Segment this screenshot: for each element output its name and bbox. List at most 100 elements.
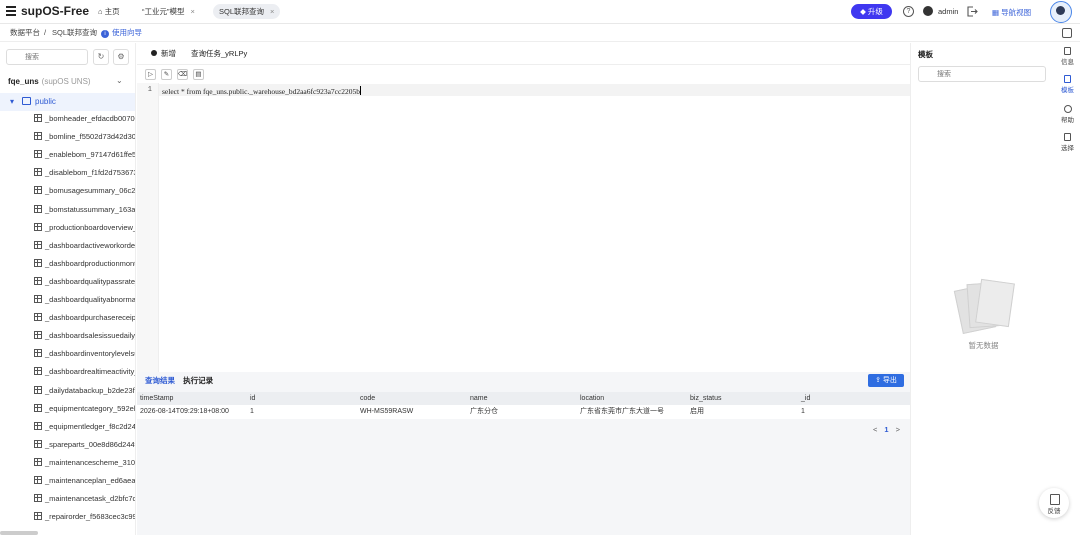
new-query-button[interactable]: 新增 [151, 43, 176, 65]
table-icon [34, 132, 42, 141]
clear-icon[interactable]: ⌫ [177, 69, 188, 80]
column-header[interactable]: timeStamp [140, 392, 173, 405]
tree-table-item[interactable]: _equipmentcategory_592eb0 [34, 400, 135, 418]
table-row[interactable]: 2026-08-14T09:29:18+08:00 1 WH-MS59RASW … [137, 405, 910, 419]
save-icon[interactable]: ▤ [193, 69, 204, 80]
tree-table-item[interactable]: _enablebom_97147d61ffe5b [34, 146, 135, 164]
tree-table-item[interactable]: _dashboardactiveworkorders [34, 237, 136, 255]
nav-view-button[interactable]: ▦ 导航视图 [992, 7, 1031, 18]
menu-icon[interactable] [6, 6, 16, 16]
close-icon[interactable]: × [191, 7, 195, 16]
tree-table-item[interactable]: _dashboardqualitypassrate_5 [34, 273, 136, 291]
upgrade-button[interactable]: ◆ 升级 [851, 4, 892, 19]
tree-table-item[interactable]: _maintenancetask_d2bfc7c1 [34, 490, 135, 508]
export-button[interactable]: ⇪ 导出 [868, 374, 904, 387]
tab-execution-log[interactable]: 执行记录 [183, 376, 213, 385]
tree-table-item[interactable]: _dailydatabackup_b2de23f5f [34, 382, 135, 400]
format-icon[interactable]: ✎ [161, 69, 172, 80]
rail-item-template[interactable]: 模板 [1055, 75, 1080, 94]
table-cell: 广东省东莞市广东大道一号 [580, 408, 664, 415]
avatar[interactable] [1050, 1, 1072, 23]
table-name: _bomheader_efdacdb007001 [45, 114, 136, 123]
tree-table-item[interactable]: _productionboardoverview_2 [34, 219, 136, 237]
tree-table-item[interactable]: _equipmentledger_f8c2d246 [34, 418, 135, 436]
rail-item-info[interactable]: 信息 [1055, 47, 1080, 66]
rail-item-help[interactable]: 帮助 [1055, 105, 1080, 124]
tree-table-item[interactable]: _maintenanceplan_ed6aea25 [34, 472, 135, 490]
tree-table-item[interactable]: _repairorder_f5683cec3c996 [34, 508, 135, 526]
namespace-label[interactable]: fqe_uns (supOS UNS) [8, 77, 91, 86]
tree-table-item[interactable]: _spareparts_00e8d86d244f2 [34, 436, 135, 454]
tree-table-item[interactable]: _dashboardinventorylevelsur [34, 345, 135, 363]
table-name: _dashboardrealtimeactivity_c [45, 367, 136, 377]
tree-table-item[interactable]: _dashboardproductionmontl [34, 255, 135, 273]
tree-table-item[interactable]: _bomusagesummary_06c247 [34, 182, 135, 200]
feedback-button[interactable]: 反馈 [1039, 488, 1069, 518]
tree-table-item[interactable]: _disablebom_f1fd2d7536736 [34, 164, 135, 182]
table-name: _dashboardqualitypassrate_5 [45, 276, 136, 286]
table-name: _maintenancescheme_310fb4 [45, 457, 136, 467]
table-name: _productionboardoverview_2 [45, 222, 136, 232]
table-name: _bomstatussummary_163aa4 [45, 204, 136, 214]
home-icon: ⌂ [98, 7, 105, 16]
guide-link[interactable]: i 使用向导 [101, 24, 142, 42]
editor-toolbar: ▷ ✎ ⌫ ▤ [137, 67, 910, 81]
tree-table-item[interactable]: _maintenancescheme_310fb4 [34, 454, 136, 472]
top-bar: supOS-Free ⌂ 主页 “工业元”模型 × SQL联邦查询 × ◆ 升级 ?… [0, 0, 1080, 24]
tree-table-item[interactable]: _bomheader_efdacdb007001 [34, 110, 136, 128]
chevron-down-icon[interactable]: ⌄ [116, 76, 123, 85]
prev-page-button[interactable]: < [873, 425, 877, 434]
table-icon [34, 494, 42, 503]
breadcrumb-current: SQL联邦查询 [52, 28, 98, 37]
rail-item-select[interactable]: 选择 [1055, 133, 1080, 152]
tree-table-item[interactable]: _bomline_f5502d73d42d30a [34, 128, 135, 146]
sidebar-search-input[interactable] [6, 49, 88, 65]
page-number[interactable]: 1 [884, 425, 888, 434]
tab-home[interactable]: ⌂ 主页 [92, 4, 126, 19]
tree-schema-public[interactable]: ▾ public [0, 93, 135, 111]
help-icon[interactable]: ? [903, 6, 914, 17]
column-header[interactable]: name [470, 392, 488, 405]
table-icon [34, 421, 42, 430]
empty-state-illustration [953, 278, 1015, 335]
refresh-icon[interactable]: ↻ [93, 49, 109, 65]
template-search-input[interactable] [918, 66, 1046, 82]
tree-table-item[interactable]: _bomstatussummary_163aa4 [34, 201, 136, 219]
table-icon [34, 439, 42, 448]
fullscreen-icon[interactable] [1062, 28, 1072, 38]
tab-model[interactable]: “工业元”模型 × [136, 4, 201, 19]
table-icon [34, 313, 42, 322]
column-header[interactable]: biz_status [690, 392, 722, 405]
column-header[interactable]: _id [801, 392, 810, 405]
breadcrumb-separator: / [44, 28, 47, 37]
sidebar-scrollbar[interactable] [0, 531, 38, 535]
tree-table-item[interactable]: _dashboardqualityabnormal_ [34, 291, 136, 309]
column-header[interactable]: id [250, 392, 255, 405]
breadcrumb-root[interactable]: 数据平台 [10, 24, 40, 42]
tree-table-item[interactable]: _dashboardpurchasereceiptc [34, 309, 135, 327]
tree-table-item[interactable]: _dashboardsalesissuedaily_b [34, 327, 135, 345]
logout-icon[interactable] [967, 6, 978, 17]
table-icon [34, 114, 42, 122]
settings-icon[interactable]: ⚙ [113, 49, 129, 65]
tab-sql-query[interactable]: SQL联邦查询 × [213, 4, 281, 19]
next-page-button[interactable]: > [896, 425, 900, 434]
table-name: _dashboardqualityabnormal_ [45, 295, 136, 304]
user-name[interactable]: admin [938, 7, 958, 16]
table-icon [34, 204, 42, 213]
column-header[interactable]: code [360, 392, 375, 405]
tab-query-results[interactable]: 查询结果 [145, 376, 175, 385]
right-rail: 信息 模板 帮助 选择 [1055, 43, 1080, 535]
editor-area: 新增 查询任务_yRLPy ▷ ✎ ⌫ ▤ 1 select * from fq… [137, 43, 910, 535]
sql-editor[interactable]: 1 select * from fqe_uns.public._warehous… [137, 83, 910, 413]
tab-query-task[interactable]: 查询任务_yRLPy [191, 43, 247, 65]
close-icon[interactable]: × [270, 7, 274, 16]
table-icon [34, 295, 42, 303]
column-header[interactable]: location [580, 392, 604, 405]
table-icon [34, 276, 42, 285]
sql-text[interactable]: select * from fqe_uns.public._warehouse_… [162, 86, 362, 96]
table-name: _dashboardactiveworkorders [45, 240, 136, 250]
run-icon[interactable]: ▷ [145, 69, 156, 80]
tree-table-item[interactable]: _dashboardrealtimeactivity_c [34, 363, 136, 381]
results-panel: 查询结果 执行记录 ⇪ 导出 timeStamp id code name lo… [137, 372, 910, 535]
